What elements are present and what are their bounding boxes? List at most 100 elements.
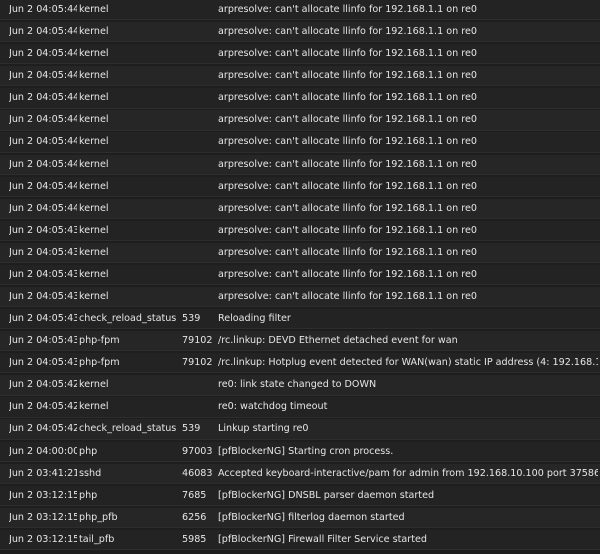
- log-row: Jun 2 04:05:43 php-fpm 79102/rc.linkup: DE…: [0, 331, 600, 352]
- log-row: Jun 2 04:05:43 php-fpm 79102/rc.linkup: Ho…: [0, 353, 600, 374]
- log-message: /rc.linkup: Hotplug event detected for W…: [218, 357, 598, 369]
- log-time: Jun 2 04:05:44: [9, 70, 77, 82]
- log-time: Jun 2 04:05:43: [9, 357, 77, 369]
- log-pid: 97003: [182, 445, 213, 457]
- log-pid: 5985: [182, 533, 207, 545]
- log-message: arpresolve: can't allocate llinfo for 19…: [218, 70, 477, 82]
- log-process: kernel: [79, 114, 109, 126]
- log-message: arpresolve: can't allocate llinfo for 19…: [218, 180, 477, 192]
- log-process: check_reload_status: [79, 313, 177, 325]
- log-time: Jun 2 04:05:44: [9, 26, 77, 38]
- log-message: Accepted keyboard-interactive/pam for ad…: [218, 467, 598, 479]
- log-time: Jun 2 04:05:42: [9, 423, 77, 435]
- log-message: arpresolve: can't allocate llinfo for 19…: [218, 202, 477, 214]
- log-message: arpresolve: can't allocate llinfo for 19…: [218, 268, 477, 280]
- log-message: /rc.linkup: DEVD Ethernet detached event…: [218, 335, 458, 347]
- log-message: Reloading filter: [218, 313, 291, 325]
- log-process: kernel: [79, 4, 109, 15]
- log-message: [pfBlockerNG] Starting cron process.: [218, 445, 394, 457]
- log-time: Jun 2 04:05:44: [9, 92, 77, 104]
- log-process: kernel: [79, 70, 109, 82]
- log-time: Jun 2 03:12:15: [9, 489, 77, 501]
- log-pid: 7685: [182, 489, 207, 501]
- log-process: kernel: [79, 268, 109, 280]
- log-message: arpresolve: can't allocate llinfo for 19…: [218, 114, 477, 126]
- log-row: Jun 2 03:12:15 tail_pfb 5985 [pfBlockerNG] …: [0, 529, 600, 551]
- log-process: kernel: [79, 180, 109, 192]
- log-message: arpresolve: can't allocate llinfo for 19…: [218, 246, 477, 258]
- log-row: Jun 2 04:05:44 kernel arpresolve: can't al…: [0, 176, 600, 197]
- log-time: Jun 2 03:12:15: [9, 533, 77, 545]
- log-row: Jun 2 04:05:43 check_reload_status 539 Relo…: [0, 309, 600, 330]
- log-row: Jun 2 03:41:21 sshd 46083 Accepted keyboard…: [0, 463, 600, 484]
- log-process: kernel: [79, 48, 109, 60]
- log-row: Jun 2 03:12:15 php_pfb 6256 [pfBlockerNG] f…: [0, 507, 600, 528]
- log-message: arpresolve: can't allocate llinfo for 19…: [218, 26, 477, 38]
- log-process: kernel: [79, 202, 109, 214]
- log-process: kernel: [79, 26, 109, 38]
- log-row: Jun 2 04:05:44 kernel arpresolve: can't al…: [0, 110, 600, 131]
- log-time: Jun 2 04:05:43: [9, 291, 77, 303]
- log-pid: 539: [182, 423, 201, 435]
- log-process: php: [79, 489, 98, 501]
- log-time: Jun 2 04:05:44: [9, 202, 77, 214]
- log-process: kernel: [79, 379, 109, 391]
- log-message: arpresolve: can't allocate llinfo for 19…: [218, 158, 477, 170]
- log-row: Jun 2 04:05:42 kernel re0: watchdog timeou…: [0, 397, 600, 418]
- log-process: kernel: [79, 136, 109, 148]
- log-process: kernel: [79, 246, 109, 258]
- log-row: Jun 2 04:05:44 kernel arpresolve: can't al…: [0, 132, 600, 153]
- log-pid: 46083: [182, 467, 213, 479]
- log-time: Jun 2 03:41:21: [9, 467, 77, 479]
- log-row: Jun 2 04:05:44 kernel arpresolve: can't al…: [0, 44, 600, 65]
- log-time: Jun 2 04:05:44: [9, 114, 77, 126]
- log-process: php-fpm: [79, 335, 120, 347]
- log-time: Jun 2 04:05:43: [9, 268, 77, 280]
- log-row: Jun 2 04:05:43 kernel arpresolve: can't al…: [0, 264, 600, 286]
- log-message: [pfBlockerNG] DNSBL parser daemon starte…: [218, 489, 435, 501]
- log-time: Jun 2 04:05:43: [9, 313, 77, 325]
- log-time: Jun 2 04:05:44: [9, 4, 77, 15]
- log-row: Jun 2 04:05:44 kernel arpresolve: can't al…: [0, 66, 600, 87]
- log-message: [pfBlockerNG] filterlog daemon started: [218, 511, 405, 523]
- log-process: php: [79, 445, 98, 457]
- log-row: Jun 2 04:05:44 kernel arpresolve: can't al…: [0, 198, 600, 219]
- log-process: kernel: [79, 401, 109, 413]
- log-time: Jun 2 04:05:43: [9, 224, 77, 236]
- log-row: Jun 2 04:05:44 kernel arpresolve: can't al…: [0, 154, 600, 175]
- log-time: Jun 2 04:05:43: [9, 335, 77, 347]
- log-message: arpresolve: can't allocate llinfo for 19…: [218, 48, 477, 60]
- log-time: Jun 2 04:05:44: [9, 180, 77, 192]
- log-row: Jun 2 04:05:44 kernel arpresolve: can't al…: [0, 88, 600, 109]
- log-time: Jun 2 04:05:43: [9, 246, 77, 258]
- log-pid: 79102: [182, 357, 213, 369]
- log-row: Jun 2 04:00:00 php 97003 [pfBlockerNG] Star…: [0, 441, 600, 462]
- log-process: kernel: [79, 92, 109, 104]
- log-time: Jun 2 04:05:44: [9, 136, 77, 148]
- log-message: re0: link state changed to DOWN: [218, 379, 377, 391]
- log-process: php_pfb: [79, 511, 118, 523]
- log-row: Jun 2 04:05:44 kernel arpresolve: can't al…: [0, 0, 600, 21]
- log-time: Jun 2 04:00:00: [9, 445, 77, 457]
- log-process: php-fpm: [79, 357, 120, 369]
- log-row: Jun 2 04:05:42 kernel re0: link state chan…: [0, 375, 600, 396]
- log-message: arpresolve: can't allocate llinfo for 19…: [218, 92, 477, 104]
- log-row: Jun 2 04:05:43 kernel arpresolve: can't al…: [0, 242, 600, 264]
- log-pid: 6256: [182, 511, 207, 523]
- log-time: Jun 2 04:05:44: [9, 158, 77, 170]
- log-message: arpresolve: can't allocate llinfo for 19…: [218, 136, 477, 148]
- log-row: Jun 2 04:05:43 kernel arpresolve: can't al…: [0, 287, 600, 308]
- system-log-table: Jun 2 04:05:44 kernel arpresolve: can't al…: [0, 0, 600, 551]
- log-pid: 79102: [182, 335, 213, 347]
- log-message: arpresolve: can't allocate llinfo for 19…: [218, 4, 477, 15]
- log-row: Jun 2 04:05:43 kernel arpresolve: can't al…: [0, 220, 600, 241]
- log-process: kernel: [79, 158, 109, 170]
- log-message: [pfBlockerNG] Firewall Filter Service st…: [218, 533, 427, 545]
- log-time: Jun 2 04:05:44: [9, 48, 77, 60]
- log-message: arpresolve: can't allocate llinfo for 19…: [218, 224, 477, 236]
- log-row: Jun 2 03:12:15 php 7685 [pfBlockerNG] DNSBL…: [0, 485, 600, 506]
- log-message: arpresolve: can't allocate llinfo for 19…: [218, 291, 477, 303]
- log-message: Linkup starting re0: [218, 423, 309, 435]
- log-process: tail_pfb: [79, 533, 115, 545]
- log-time: Jun 2 04:05:42: [9, 379, 77, 391]
